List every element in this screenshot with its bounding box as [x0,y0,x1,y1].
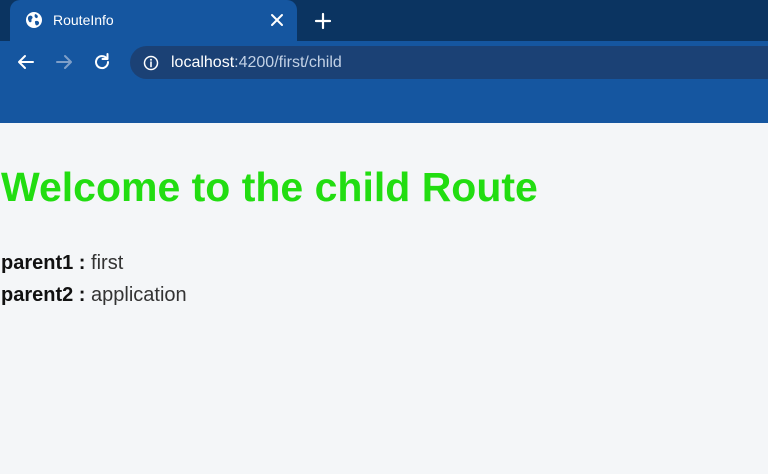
param-label: parent1 : [1,252,86,274]
browser-toolbar: localhost:4200/first/child [0,41,768,123]
param-row-parent1: parent1 : first [1,251,123,275]
tab-strip: RouteInfo [0,0,768,41]
param-value: application [91,284,187,306]
tab-title: RouteInfo [53,12,114,28]
new-tab-plus-icon[interactable] [313,11,333,31]
page-content: Welcome to the child Route parent1 : fir… [0,123,768,474]
reload-icon[interactable] [91,51,113,73]
globe-icon [26,12,42,28]
browser-tab[interactable]: RouteInfo [10,0,297,41]
param-label: parent2 : [1,284,86,306]
param-row-parent2: parent2 : application [1,283,187,307]
info-icon[interactable] [143,55,159,71]
url-path: :4200/first/child [234,54,342,71]
forward-arrow-icon[interactable] [53,51,75,73]
url-host: localhost [171,54,235,71]
close-icon[interactable] [268,11,286,29]
param-value: first [91,252,124,274]
address-bar[interactable]: localhost:4200/first/child [130,46,768,79]
url-text[interactable]: localhost:4200/first/child [171,46,342,79]
page-heading: Welcome to the child Route [1,164,538,210]
back-arrow-icon[interactable] [15,51,37,73]
